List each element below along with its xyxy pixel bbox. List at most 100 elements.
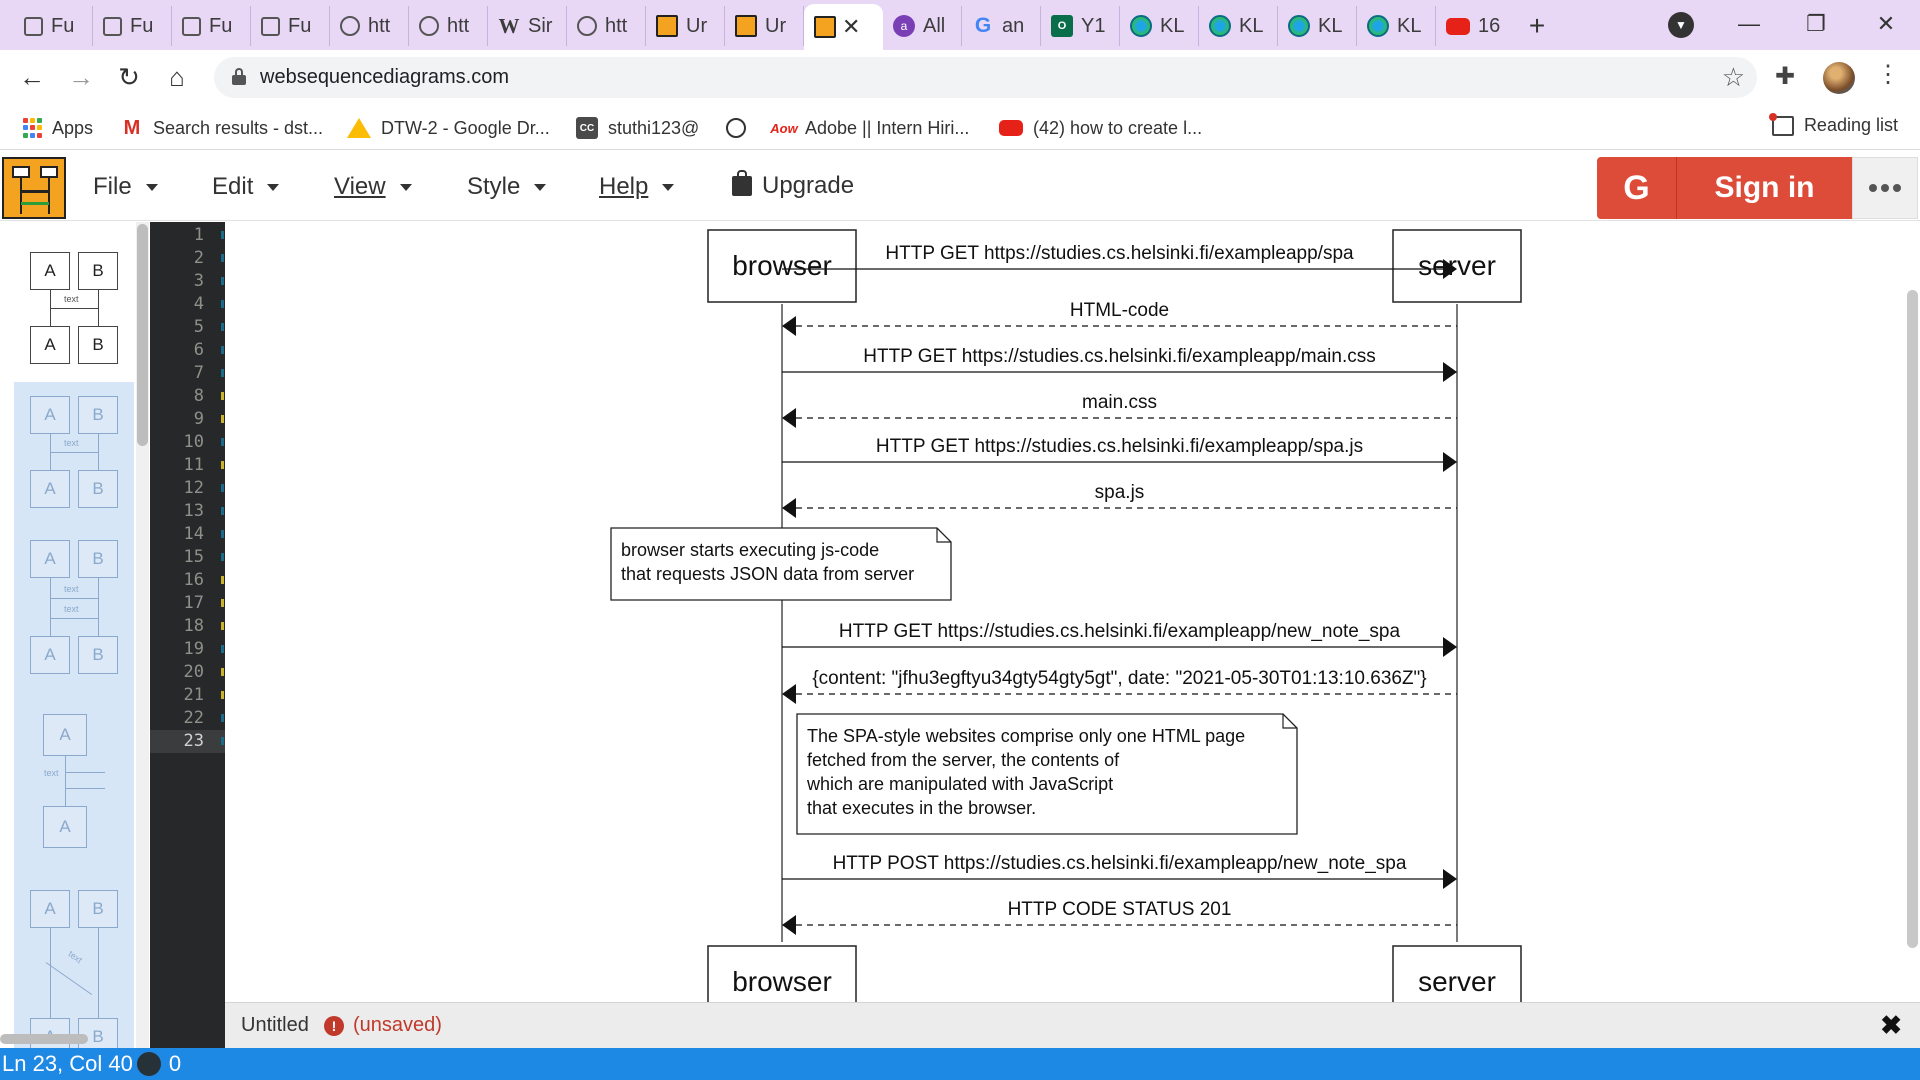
code-editor-gutter[interactable]: 1 2 3 4 5 6 7 8 9 10 11 12 13 14 15 16 17 18 19 20 21 22 23 [150, 222, 225, 1048]
adobe-icon: Aow [770, 120, 798, 136]
note-text: that executes in the browser. [807, 798, 1036, 818]
close-window-button[interactable]: ✕ [1866, 6, 1906, 42]
message-label: HTTP GET https://studies.cs.helsinki.fi/… [863, 346, 1376, 367]
back-icon[interactable]: ← [13, 58, 51, 96]
minimize-button[interactable]: — [1729, 6, 1769, 42]
line-number: 22 [183, 708, 204, 728]
palette-scrollbar[interactable] [136, 222, 149, 1048]
address-bar[interactable]: websequencediagrams.com ☆ [214, 57, 1757, 98]
bookmark-youtube[interactable]: (42) how to create l... [999, 115, 1202, 141]
browser-tab[interactable]: htt [409, 6, 488, 46]
reload-icon[interactable]: ↻ [110, 58, 148, 96]
google-icon: G [1597, 157, 1677, 219]
sequence-diagram: browser browser server server HTTP GET https… [610, 229, 1522, 1002]
restore-button[interactable]: ❐ [1796, 6, 1836, 42]
browser-tab[interactable]: Fu [251, 6, 330, 46]
browser-tab[interactable]: Fu [14, 6, 93, 46]
participant-label: server [1418, 966, 1496, 997]
tab-title: htt [605, 14, 628, 37]
diagram-canvas[interactable]: browser browser server server HTTP GET https… [225, 222, 1905, 1002]
code-marker [221, 714, 224, 722]
line-number: 5 [193, 317, 204, 337]
line-number: 6 [193, 340, 204, 360]
extensions-icon[interactable]: ✚ [1775, 62, 1795, 91]
browser-tab[interactable]: O Y1 [1041, 6, 1120, 46]
menu-file[interactable]: File [93, 173, 158, 201]
document-tab[interactable]: Untitled ! (unsaved) ✖ [225, 1002, 1920, 1048]
wikipedia-icon: W [498, 13, 520, 38]
code-marker [221, 599, 224, 607]
menu-edit[interactable]: Edit [212, 173, 280, 201]
menu-label: View [334, 173, 386, 200]
bookmark-adobe[interactable]: Aow Adobe || Intern Hiri... [770, 115, 969, 141]
diagram-scrollbar-thumb[interactable] [1907, 290, 1918, 948]
palette-box: B [78, 890, 118, 928]
browser-tab[interactable]: htt [567, 6, 646, 46]
globe-icon [419, 16, 439, 36]
bookmark-label: (42) how to create l... [1033, 117, 1203, 138]
message-label: HTTP GET https://studies.cs.helsinki.fi/… [876, 436, 1363, 457]
tab-title: 16 [1478, 14, 1501, 37]
google-icon: G [974, 14, 992, 37]
browser-tab-strip: Fu Fu Fu Fu htt htt W Sir htt Ur Ur ✕ a All Gan O Y1 KL KL… [0, 0, 1920, 50]
reading-list-button[interactable]: Reading list [1768, 112, 1898, 136]
palette-scrollbar-thumb[interactable] [137, 224, 148, 446]
status-dot-icon [136, 1052, 161, 1076]
google-sign-in-button[interactable]: G Sign in [1597, 157, 1852, 219]
menu-view[interactable]: View [334, 173, 412, 201]
code-marker [221, 231, 224, 239]
websequencediagrams-logo[interactable] [2, 157, 66, 219]
browser-tab[interactable]: W Sir [488, 6, 567, 46]
tab-title: Y1 [1081, 14, 1106, 37]
browser-menu-icon[interactable]: ⋮ [1876, 60, 1900, 89]
menu-help[interactable]: Help [599, 173, 675, 201]
bookmark-google-drive[interactable]: DTW-2 - Google Dr... [347, 115, 550, 141]
browser-tab[interactable]: KL [1357, 6, 1436, 46]
arrowhead [1443, 869, 1457, 889]
lock-icon[interactable] [232, 68, 246, 85]
code-marker [221, 392, 224, 400]
new-tab-button[interactable]: + [1515, 4, 1559, 48]
browser-tab[interactable]: KL [1199, 6, 1278, 46]
palette-arrow-text: text [64, 584, 79, 594]
browser-tab[interactable]: htt [330, 6, 409, 46]
tab-search-icon[interactable]: ▼ [1668, 12, 1694, 38]
bookmark-cc[interactable]: CC stuthi123@ [576, 115, 699, 141]
note-text: The SPA-style websites comprise only one… [807, 726, 1245, 746]
diagram-scrollbar[interactable] [1905, 222, 1920, 1002]
code-marker [221, 507, 224, 515]
message-label: {content: "jfhu3egftyu34gty54gty5gt", da… [812, 668, 1426, 689]
bookmark-globe[interactable] [726, 115, 746, 141]
tab-title: Fu [51, 14, 75, 37]
tab-active[interactable]: ✕ [804, 4, 883, 50]
bookmark-star-icon[interactable]: ☆ [1722, 62, 1745, 93]
browser-tab[interactable]: Ur [646, 6, 725, 46]
unsaved-status: (unsaved) [353, 1014, 442, 1036]
browser-tab[interactable]: Fu [172, 6, 251, 46]
home-icon[interactable]: ⌂ [158, 58, 196, 96]
line-number: 7 [193, 363, 204, 383]
browser-tab[interactable]: Ur [725, 6, 804, 46]
bookmark-apps[interactable]: Apps [22, 115, 93, 141]
code-marker [221, 323, 224, 331]
url-text[interactable]: websequencediagrams.com [260, 66, 509, 89]
browser-tab[interactable]: a All [883, 6, 962, 46]
forward-icon[interactable]: → [62, 58, 100, 96]
close-document-icon[interactable]: ✖ [1880, 1010, 1902, 1041]
page-icon [24, 16, 43, 36]
code-marker [221, 691, 224, 699]
browser-tab[interactable]: Fu [93, 6, 172, 46]
browser-tab[interactable]: KL [1278, 6, 1357, 46]
bookmark-gmail[interactable]: M Search results - dst... [121, 115, 323, 141]
tab-title: Fu [130, 14, 154, 37]
browser-tab[interactable]: KL [1120, 6, 1199, 46]
browser-tab[interactable]: Gan [962, 6, 1041, 46]
palette-box: B [78, 540, 118, 578]
browser-tab[interactable]: 16 [1436, 6, 1515, 46]
upgrade-button[interactable]: Upgrade [732, 170, 854, 200]
menu-style[interactable]: Style [467, 173, 547, 201]
more-options-button[interactable] [1852, 157, 1918, 219]
close-tab-icon[interactable]: ✕ [842, 14, 860, 40]
palette-horizontal-scrollbar[interactable] [0, 1034, 88, 1044]
profile-avatar[interactable] [1823, 62, 1855, 94]
